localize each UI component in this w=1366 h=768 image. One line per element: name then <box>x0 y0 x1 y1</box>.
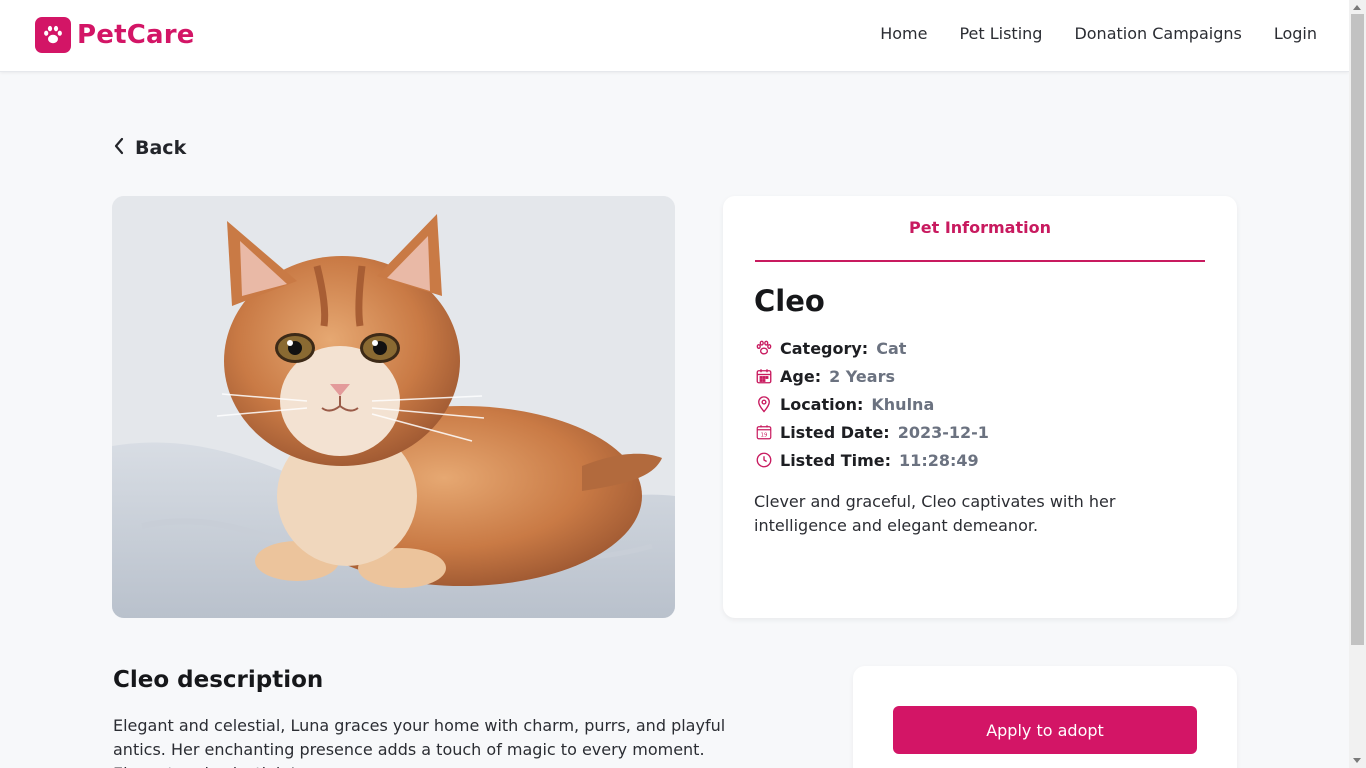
scroll-down-arrow-icon[interactable] <box>1353 758 1361 763</box>
pet-photo <box>112 196 675 618</box>
fact-age-label: Age: <box>780 366 822 386</box>
location-pin-icon <box>754 394 774 414</box>
nav-home[interactable]: Home <box>880 24 927 43</box>
nav-pet-listing[interactable]: Pet Listing <box>959 24 1042 43</box>
pet-info-card: Pet Information Cleo Category: Cat Age: … <box>723 196 1237 618</box>
fact-location-value: Khulna <box>871 394 935 414</box>
fact-listed-time: Listed Time: 11:28:49 <box>754 446 989 474</box>
fact-age-value: 2 Years <box>829 366 895 386</box>
fact-location: Location: Khulna <box>754 390 989 418</box>
chevron-left-icon <box>113 137 125 159</box>
pet-name: Cleo <box>754 284 825 318</box>
tab-pet-information[interactable]: Pet Information <box>755 216 1205 262</box>
tab-pet-information-label: Pet Information <box>909 218 1051 237</box>
back-label: Back <box>135 137 187 159</box>
clock-icon <box>754 450 774 470</box>
paw-icon <box>754 338 774 358</box>
back-button[interactable]: Back <box>113 137 186 159</box>
fact-category-label: Category: <box>780 338 869 358</box>
description-title: Cleo description <box>113 667 324 693</box>
brand-logo[interactable]: PetCare <box>35 17 195 53</box>
calendar-date-icon: 19 <box>754 422 774 442</box>
cat-illustration <box>112 196 675 618</box>
fact-listed-date: 19 Listed Date: 2023-12-1 <box>754 418 989 446</box>
brand-name: PetCare <box>77 20 195 50</box>
fact-location-label: Location: <box>780 394 864 414</box>
fact-category: Category: Cat <box>754 334 989 362</box>
pet-facts-list: Category: Cat Age: 2 Years Location: Khu… <box>754 334 989 474</box>
main-nav: Home Pet Listing Donation Campaigns Logi… <box>880 24 1317 43</box>
fact-listed-date-value: 2023-12-1 <box>897 422 989 442</box>
svg-text:19: 19 <box>761 433 768 439</box>
fact-listed-date-label: Listed Date: <box>780 422 890 442</box>
top-header: PetCare Home Pet Listing Donation Campai… <box>0 0 1349 72</box>
scrollbar-thumb[interactable] <box>1351 14 1364 645</box>
page-scrollbar[interactable] <box>1349 0 1366 768</box>
calendar-icon <box>754 366 774 386</box>
fact-category-value: Cat <box>876 338 907 358</box>
nav-donation-campaigns[interactable]: Donation Campaigns <box>1074 24 1241 43</box>
pet-short-description: Clever and graceful, Cleo captivates wit… <box>754 492 1116 535</box>
scroll-up-arrow-icon[interactable] <box>1353 5 1361 10</box>
apply-to-adopt-button[interactable]: Apply to adopt <box>893 706 1197 754</box>
paw-icon <box>35 17 71 53</box>
fact-age: Age: 2 Years <box>754 362 989 390</box>
description-body: Elegant and celestial, Luna graces your … <box>113 716 726 768</box>
adopt-card: Apply to adopt <box>853 666 1237 768</box>
fact-listed-time-value: 11:28:49 <box>899 450 979 470</box>
nav-login[interactable]: Login <box>1274 24 1317 43</box>
fact-listed-time-label: Listed Time: <box>780 450 892 470</box>
